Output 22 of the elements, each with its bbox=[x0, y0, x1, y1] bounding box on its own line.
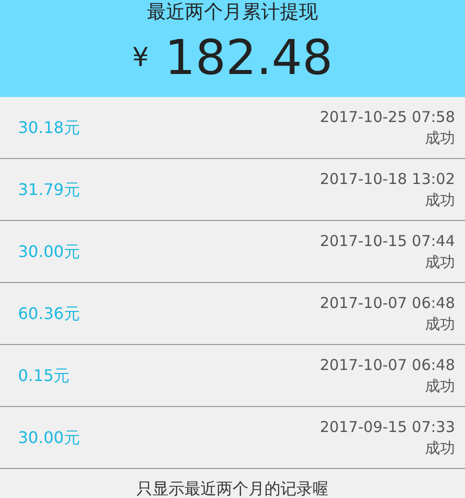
record-time: 2017-10-07 06:48 bbox=[320, 292, 455, 314]
record-amount: 60.36元 bbox=[18, 302, 80, 324]
record-time: 2017-10-15 07:44 bbox=[320, 230, 455, 252]
record-amount: 30.18元 bbox=[18, 116, 80, 138]
record-time: 2017-10-07 06:48 bbox=[320, 354, 455, 376]
record-amount: 31.79元 bbox=[18, 178, 80, 200]
record-time: 2017-09-15 07:33 bbox=[320, 416, 455, 438]
record-status: 成功 bbox=[425, 252, 455, 272]
record-status: 成功 bbox=[425, 190, 455, 210]
record-amount: 0.15元 bbox=[18, 364, 70, 386]
record-status: 成功 bbox=[425, 438, 455, 458]
total-amount: 182.48 bbox=[164, 32, 333, 84]
header-title: 最近两个月累计提现 bbox=[147, 0, 318, 24]
record-status: 成功 bbox=[425, 314, 455, 334]
record-amount: 30.00元 bbox=[18, 426, 80, 448]
currency-symbol: ¥ bbox=[132, 43, 149, 73]
record-time: 2017-10-25 07:58 bbox=[320, 106, 455, 128]
record-status: 成功 bbox=[425, 128, 455, 148]
record-amount: 30.00元 bbox=[18, 240, 80, 262]
record-time: 2017-10-18 13:02 bbox=[320, 168, 455, 190]
footer-note: 只显示最近两个月的记录喔 bbox=[136, 479, 328, 498]
record-status: 成功 bbox=[425, 376, 455, 396]
